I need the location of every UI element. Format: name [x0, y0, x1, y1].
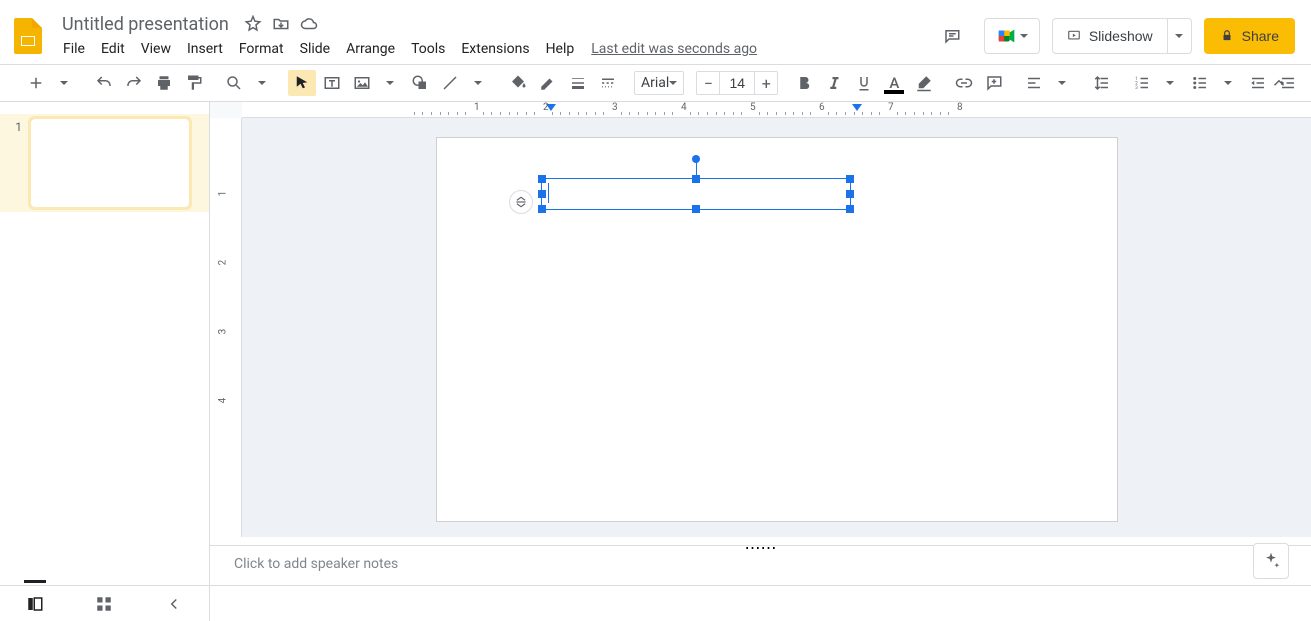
explore-button[interactable] [1253, 543, 1289, 579]
menu-help[interactable]: Help [539, 37, 582, 61]
italic-button[interactable] [820, 70, 848, 96]
bottom-bar [0, 585, 1311, 621]
resize-handle[interactable] [846, 190, 854, 198]
menu-edit[interactable]: Edit [94, 37, 132, 61]
move-to-drive-icon[interactable] [271, 14, 291, 34]
svg-text:3: 3 [1136, 85, 1139, 91]
border-dash-button[interactable] [594, 70, 622, 96]
bulleted-list-button[interactable] [1186, 70, 1214, 96]
present-icon [1067, 29, 1081, 43]
resize-handle[interactable] [692, 175, 700, 183]
textbox-tool[interactable] [318, 70, 346, 96]
app-logo[interactable] [8, 16, 48, 56]
cloud-status-icon[interactable] [299, 14, 319, 34]
horizontal-ruler[interactable]: 12345678 [242, 102, 1311, 118]
link-button[interactable] [950, 70, 978, 96]
undo-button[interactable] [90, 70, 118, 96]
resize-handle[interactable] [538, 205, 546, 213]
hide-filmstrip-button[interactable] [159, 589, 189, 619]
menu-file[interactable]: File [56, 37, 92, 61]
zoom-button[interactable] [220, 70, 248, 96]
line-spacing-button[interactable] [1088, 70, 1116, 96]
bold-button[interactable] [790, 70, 818, 96]
menu-tools[interactable]: Tools [404, 37, 452, 61]
add-comment-button[interactable] [980, 70, 1008, 96]
numbered-list-button[interactable]: 123 [1128, 70, 1156, 96]
image-tool[interactable] [348, 70, 376, 96]
border-weight-button[interactable] [564, 70, 592, 96]
font-size-increase[interactable]: + [754, 71, 778, 95]
vertical-ruler[interactable]: 1234 [210, 118, 242, 585]
menu-view[interactable]: View [134, 37, 178, 61]
shape-tool[interactable] [406, 70, 434, 96]
menu-slide[interactable]: Slide [293, 37, 337, 61]
slide-canvas[interactable] [437, 138, 1117, 521]
print-button[interactable] [150, 70, 178, 96]
slide-number: 1 [10, 118, 22, 208]
align-button[interactable] [1020, 70, 1048, 96]
paint-format-button[interactable] [180, 70, 208, 96]
open-comments-button[interactable] [932, 16, 972, 56]
selected-textbox[interactable] [541, 178, 851, 210]
text-color-button[interactable]: A [880, 70, 908, 96]
slideshow-label: Slideshow [1089, 28, 1153, 44]
border-color-button[interactable] [534, 70, 562, 96]
filmstrip: 1 [0, 102, 210, 585]
notes-resize-handle[interactable]: ⋯⋯ [210, 537, 1311, 545]
canvas-area: 12345678 1234 [210, 102, 1311, 585]
font-select[interactable]: Arial [634, 71, 684, 95]
text-cursor [548, 183, 549, 203]
new-slide-dropdown[interactable] [50, 70, 78, 96]
font-name: Arial [641, 75, 669, 91]
menu-bar: File Edit View Insert Format Slide Arran… [56, 37, 924, 61]
speaker-notes-placeholder: Click to add speaker notes [234, 556, 398, 572]
highlight-button[interactable] [910, 70, 938, 96]
share-button[interactable]: Share [1204, 18, 1295, 54]
toolbar: Arial − + A 123 [0, 64, 1311, 102]
menu-arrange[interactable]: Arrange [339, 37, 402, 61]
resize-handle[interactable] [538, 190, 546, 198]
align-dropdown[interactable] [1048, 70, 1076, 96]
filmstrip-view-button[interactable] [20, 589, 50, 619]
line-dropdown[interactable] [464, 70, 492, 96]
autofit-button[interactable] [509, 190, 533, 214]
slideshow-button[interactable]: Slideshow [1052, 18, 1168, 54]
new-slide-button[interactable] [22, 70, 50, 96]
bulleted-list-dropdown[interactable] [1214, 70, 1242, 96]
numbered-list-dropdown[interactable] [1156, 70, 1184, 96]
resize-handle[interactable] [692, 205, 700, 213]
star-icon[interactable] [243, 14, 263, 34]
resize-handle[interactable] [846, 175, 854, 183]
select-tool[interactable] [288, 70, 316, 96]
collapse-toolbar-button[interactable] [1265, 70, 1293, 96]
slide-thumbnail-1[interactable] [30, 118, 190, 208]
menu-format[interactable]: Format [232, 37, 291, 61]
share-label: Share [1242, 28, 1279, 44]
menu-extensions[interactable]: Extensions [454, 37, 536, 61]
grid-view-button[interactable] [89, 589, 119, 619]
redo-button[interactable] [120, 70, 148, 96]
image-dropdown[interactable] [376, 70, 404, 96]
fill-color-button[interactable] [504, 70, 532, 96]
lock-icon [1220, 29, 1234, 43]
font-size-decrease[interactable]: − [696, 71, 720, 95]
last-edit-link[interactable]: Last edit was seconds ago [591, 41, 757, 57]
resize-handle[interactable] [846, 205, 854, 213]
line-tool[interactable] [436, 70, 464, 96]
menu-insert[interactable]: Insert [180, 37, 230, 61]
zoom-dropdown[interactable] [248, 70, 276, 96]
slideshow-dropdown[interactable] [1168, 18, 1192, 54]
document-title[interactable]: Untitled presentation [56, 12, 235, 37]
resize-handle[interactable] [538, 175, 546, 183]
underline-button[interactable] [850, 70, 878, 96]
font-size-input[interactable] [720, 71, 754, 95]
meet-button[interactable] [984, 18, 1040, 54]
rotate-handle[interactable] [692, 155, 700, 163]
